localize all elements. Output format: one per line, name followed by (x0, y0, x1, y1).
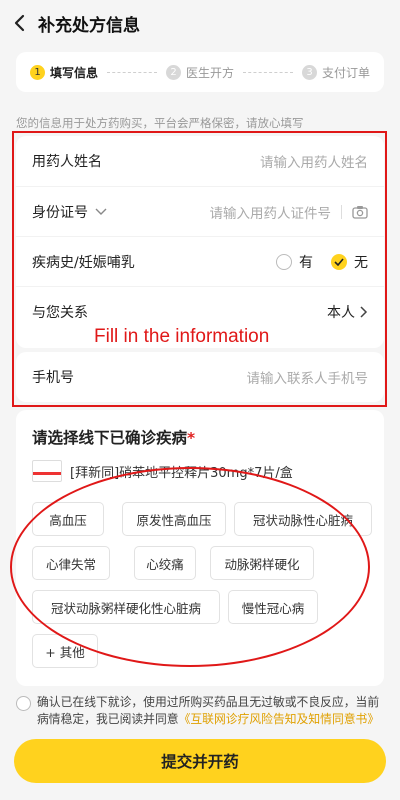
chevron-right-icon (360, 305, 368, 318)
camera-icon[interactable] (352, 205, 368, 219)
disease-title-text: 请选择线下已确诊疾病 (32, 429, 188, 447)
step-label: 医生开方 (186, 65, 235, 80)
required-mark: * (187, 429, 196, 447)
consent-row[interactable]: 确认已在线下就诊，使用过所购买药品且无过敏或不良反应，当前病情稳定，我已阅读并同… (16, 694, 386, 728)
step-divider (243, 71, 293, 73)
relation-value: 本人 (327, 304, 355, 321)
step-indicator: 1 填写信息 2 医生开方 3 支付订单 (16, 52, 384, 92)
consent-checkbox[interactable] (16, 696, 31, 711)
header: 补充处方信息 (0, 0, 400, 46)
annotation-text: Fill in the information (94, 326, 270, 347)
consent-agreement-link[interactable]: 《互联网诊疗风险告知及知情同意书》 (179, 712, 380, 726)
history-yes-label: 有 (299, 254, 313, 271)
chevron-left-icon (14, 14, 25, 32)
history-yes-option[interactable]: 有 (276, 252, 313, 272)
other-disease-button[interactable]: + 其他 (32, 634, 98, 668)
page-title: 补充处方信息 (38, 15, 140, 36)
disease-selection-card: 请选择线下已确诊疾病* [拜新同]硝苯地平控释片30mg*7片/盒 高血压 原发… (16, 410, 384, 686)
phone-card: 手机号 请输入联系人手机号 (16, 352, 384, 402)
name-row[interactable]: 用药人姓名 请输入用药人姓名 (16, 136, 384, 186)
relation-value-wrap: 本人 (327, 302, 368, 322)
relation-label: 与您关系 (32, 304, 88, 321)
drug-info: [拜新同]硝苯地平控释片30mg*7片/盒 (32, 460, 293, 482)
disease-tag[interactable]: 心律失常 (32, 546, 110, 580)
id-label: 身份证号 (32, 204, 88, 221)
step-number: 2 (166, 64, 181, 80)
back-button[interactable] (0, 0, 40, 46)
consent-text-wrap: 确认已在线下就诊，使用过所购买药品且无过敏或不良反应，当前病情稳定，我已阅读并同… (37, 694, 386, 728)
id-input[interactable]: 请输入用药人证件号 (210, 202, 332, 222)
history-row: 疾病史/妊娠哺乳 有 无 (16, 236, 384, 286)
checkmark-icon (331, 253, 347, 270)
name-label: 用药人姓名 (32, 154, 102, 170)
history-no-option[interactable]: 无 (331, 252, 368, 272)
step-number: 3 (302, 64, 317, 80)
disease-tag[interactable]: 原发性高血压 (122, 502, 226, 536)
step-label: 填写信息 (50, 65, 99, 80)
radio-unchecked-icon (276, 253, 292, 270)
divider (341, 204, 342, 219)
step-doctor-prescribe: 2 医生开方 (166, 64, 234, 81)
disease-tag[interactable]: 高血压 (32, 502, 104, 536)
id-type-selector[interactable]: 身份证号 (32, 202, 108, 222)
phone-label: 手机号 (32, 370, 74, 386)
disease-tag[interactable]: 动脉粥样硬化 (210, 546, 314, 580)
history-no-label: 无 (354, 254, 368, 271)
phone-input[interactable]: 请输入联系人手机号 (247, 367, 369, 387)
submit-button[interactable]: 提交并开药 (14, 739, 386, 783)
disease-tag[interactable]: 心绞痛 (134, 546, 196, 580)
step-pay-order: 3 支付订单 (302, 64, 370, 81)
drug-thumbnail (32, 460, 62, 482)
disease-tag[interactable]: 慢性冠心病 (228, 590, 318, 624)
disease-title: 请选择线下已确诊疾病* (32, 426, 195, 448)
name-input[interactable]: 请输入用药人姓名 (260, 151, 368, 171)
id-row[interactable]: 身份证号 请输入用药人证件号 (16, 186, 384, 236)
disease-tag[interactable]: 冠状动脉性心脏病 (234, 502, 372, 536)
step-label: 支付订单 (322, 65, 371, 80)
step-divider (107, 71, 157, 73)
step-fill-info: 1 填写信息 (30, 64, 98, 81)
privacy-notice: 您的信息用于处方药购买，平台会严格保密，请放心填写 (16, 116, 304, 130)
step-number: 1 (30, 64, 45, 80)
phone-row[interactable]: 手机号 请输入联系人手机号 (16, 352, 384, 402)
chevron-down-icon (95, 208, 107, 215)
disease-tag[interactable]: 冠状动脉粥样硬化性心脏病 (32, 590, 220, 624)
drug-name: [拜新同]硝苯地平控释片30mg*7片/盒 (70, 465, 293, 481)
history-label: 疾病史/妊娠哺乳 (32, 254, 135, 271)
history-radio-group: 有 无 (264, 252, 368, 272)
patient-info-form: 用药人姓名 请输入用药人姓名 身份证号 请输入用药人证件号 疾病史/妊娠哺乳 有 (16, 136, 384, 348)
